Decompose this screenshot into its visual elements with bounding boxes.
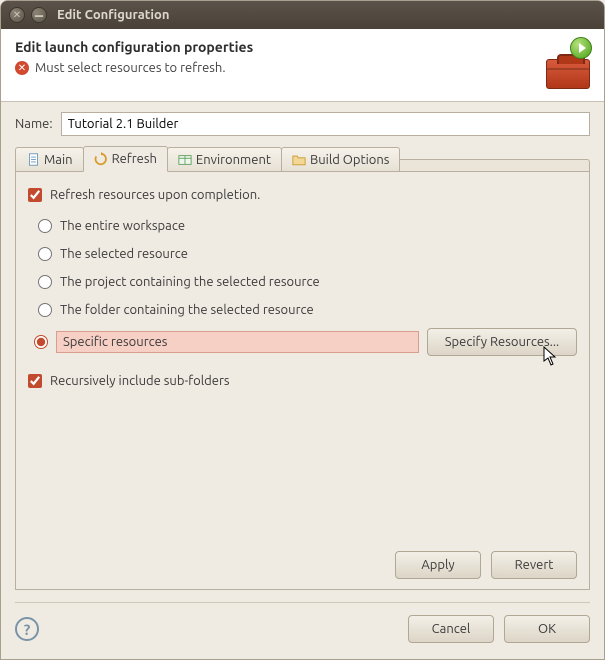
cancel-button[interactable]: Cancel	[408, 615, 494, 643]
refresh-panel: Refresh resources upon completion. The e…	[15, 172, 590, 590]
ok-button[interactable]: OK	[504, 615, 590, 643]
specify-resources-button[interactable]: Specify Resources...	[427, 328, 577, 356]
radio-folder-containing[interactable]	[38, 303, 52, 317]
tab-refresh[interactable]: Refresh	[83, 146, 168, 172]
radio-project-containing-label[interactable]: The project containing the selected reso…	[60, 275, 320, 289]
refresh-on-complete-checkbox[interactable]	[28, 188, 42, 202]
radio-project-containing[interactable]	[38, 275, 52, 289]
dialog-window: ✕ ‒ Edit Configuration Edit launch confi…	[0, 0, 605, 660]
radio-entire-workspace-label[interactable]: The entire workspace	[60, 219, 185, 233]
close-window-button[interactable]: ✕	[9, 7, 25, 23]
header-graphic	[534, 39, 590, 89]
apply-button[interactable]: Apply	[395, 551, 481, 579]
radio-folder-containing-label[interactable]: The folder containing the selected resou…	[60, 303, 314, 317]
tab-bar-trailing	[400, 159, 590, 171]
tab-main[interactable]: Main	[15, 147, 84, 171]
name-input[interactable]	[61, 112, 590, 136]
environment-icon	[178, 153, 192, 167]
tab-environment[interactable]: Environment	[167, 147, 282, 171]
header-banner: Edit launch configuration properties ✕ M…	[1, 29, 604, 102]
refresh-icon	[94, 152, 108, 166]
radio-entire-workspace[interactable]	[38, 219, 52, 233]
toolbox-icon	[546, 59, 590, 89]
tab-environment-label: Environment	[196, 153, 271, 167]
minimize-window-button[interactable]: ‒	[31, 7, 47, 23]
tab-refresh-label: Refresh	[112, 152, 157, 166]
tab-main-label: Main	[44, 153, 73, 167]
radio-selected-resource-label[interactable]: The selected resource	[60, 247, 188, 261]
titlebar[interactable]: ✕ ‒ Edit Configuration	[1, 1, 604, 29]
radio-selected-resource[interactable]	[38, 247, 52, 261]
recursive-checkbox[interactable]	[28, 374, 42, 388]
radio-specific-resources[interactable]	[34, 335, 48, 349]
error-icon: ✕	[15, 61, 29, 75]
run-icon	[570, 37, 592, 59]
tab-bar: Main Refresh Environment Build Options	[15, 146, 590, 172]
radio-specific-resources-label[interactable]: Specific resources	[56, 331, 419, 353]
refresh-on-complete-label[interactable]: Refresh resources upon completion.	[50, 188, 260, 202]
name-label: Name:	[15, 117, 53, 131]
header-error-text: Must select resources to refresh.	[35, 61, 226, 75]
header-error: ✕ Must select resources to refresh.	[15, 61, 534, 75]
header-title: Edit launch configuration properties	[15, 39, 534, 55]
tab-build-label: Build Options	[310, 153, 389, 167]
help-button[interactable]: ?	[15, 617, 39, 641]
folder-icon	[292, 153, 306, 167]
document-icon	[26, 153, 40, 167]
revert-button[interactable]: Revert	[491, 551, 577, 579]
tab-build-options[interactable]: Build Options	[281, 147, 400, 171]
separator	[15, 602, 590, 603]
recursive-label[interactable]: Recursively include sub-folders	[50, 374, 230, 388]
window-title: Edit Configuration	[57, 8, 169, 22]
